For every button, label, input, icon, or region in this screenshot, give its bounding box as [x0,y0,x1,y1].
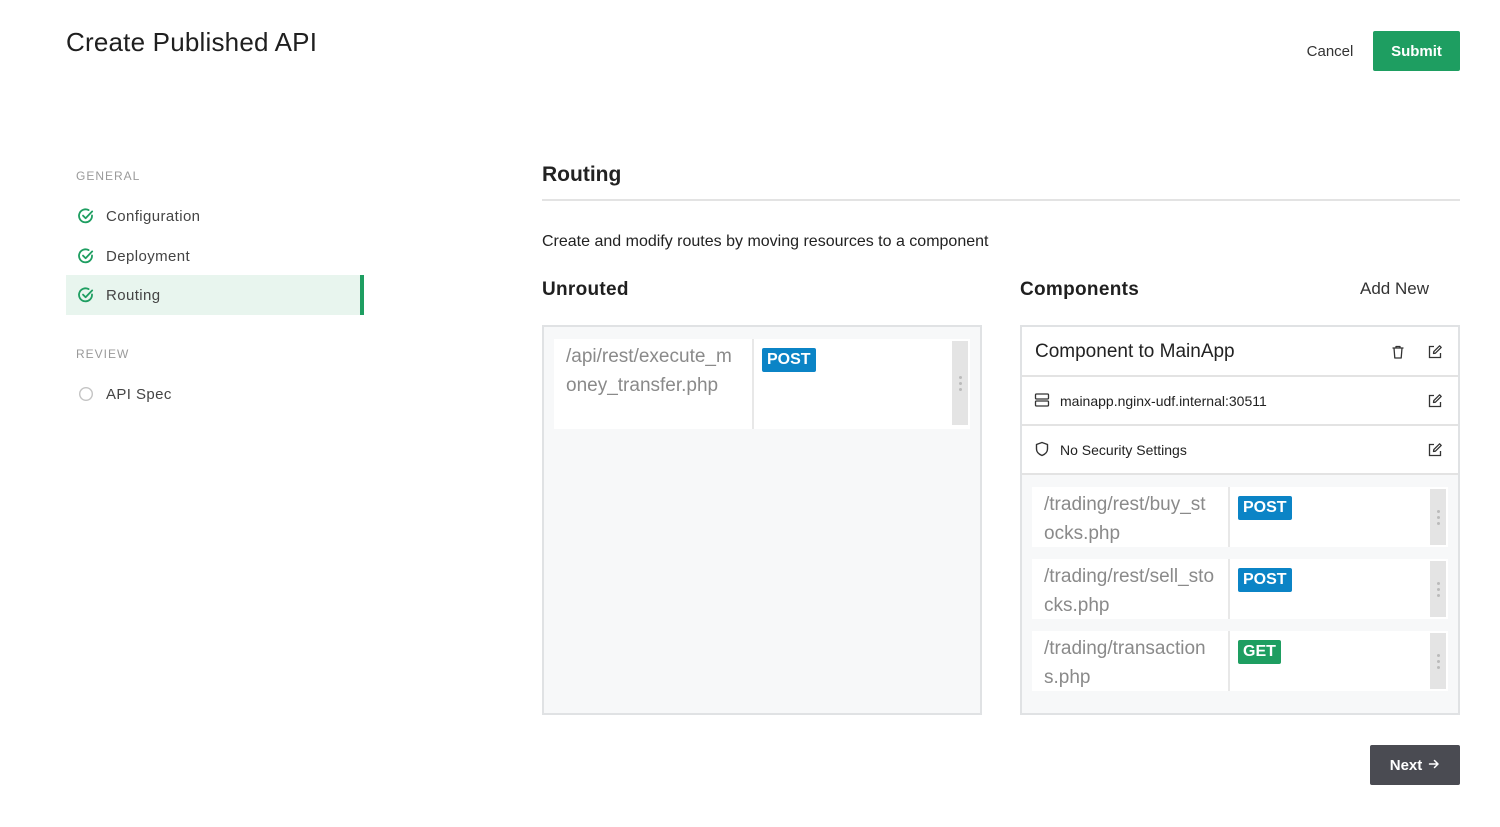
component-security-row: No Security Settings [1022,426,1458,475]
divider [542,199,1460,201]
drag-handle-icon[interactable] [1430,561,1446,617]
trash-icon[interactable] [1388,342,1408,362]
section-description: Create and modify routes by moving resou… [542,233,989,250]
sidebar-item-label: Routing [106,286,161,304]
edit-icon[interactable] [1425,391,1445,411]
route-path: /trading/rest/sell_stocks.php [1032,559,1230,619]
check-circle-icon [78,208,94,224]
check-circle-icon [78,287,94,303]
section-title: Routing [542,163,622,186]
security-settings: No Security Settings [1060,442,1187,458]
sidebar-item-routing[interactable]: Routing [66,275,364,315]
component-header: Component to MainApp [1022,327,1458,377]
method-badge-post: POST [1238,496,1292,520]
sidebar-item-label: Configuration [106,207,201,225]
route-card[interactable]: /trading/transactions.php GET [1032,631,1448,691]
section-label-general: GENERAL [76,169,141,183]
components-title: Components [1020,279,1140,300]
submit-button[interactable]: Submit [1373,31,1460,71]
unrouted-title: Unrouted [542,279,629,300]
sidebar-item-configuration[interactable]: Configuration [66,196,364,236]
next-button[interactable]: Next [1370,745,1460,785]
sidebar-item-label: API Spec [106,385,172,403]
component-upstream-row: mainapp.nginx-udf.internal:30511 [1022,377,1458,426]
method-badge-post: POST [762,348,816,372]
component-card: Component to MainApp mainapp.nginx-udf.i… [1020,325,1460,715]
section-label-review: REVIEW [76,347,130,361]
edit-icon[interactable] [1425,342,1445,362]
edit-icon[interactable] [1425,440,1445,460]
route-path: /api/rest/execute_money_transfer.php [554,339,754,429]
drag-handle-icon[interactable] [1430,633,1446,689]
arrow-right-icon [1428,757,1440,774]
route-path: /trading/transactions.php [1032,631,1230,691]
page-title: Create Published API [66,27,318,57]
drag-handle-icon[interactable] [1430,489,1446,545]
sidebar-item-api-spec[interactable]: API Spec [66,374,364,414]
server-icon [1034,392,1050,408]
next-button-label: Next [1389,756,1423,774]
method-badge-post: POST [1238,568,1292,592]
check-circle-icon [78,248,94,264]
add-new-component-button[interactable]: Add New [1360,279,1429,299]
empty-circle-icon [78,386,94,402]
drag-handle-icon[interactable] [952,341,968,425]
component-name: Component to MainApp [1035,341,1235,362]
method-badge-get: GET [1238,640,1281,664]
sidebar-item-label: Deployment [106,247,191,265]
route-card[interactable]: /api/rest/execute_money_transfer.php POS… [554,339,970,429]
unrouted-dropzone[interactable]: /api/rest/execute_money_transfer.php POS… [542,325,982,715]
shield-icon [1034,441,1050,457]
route-card[interactable]: /trading/rest/buy_stocks.php POST [1032,487,1448,547]
route-path: /trading/rest/buy_stocks.php [1032,487,1230,547]
cancel-button[interactable]: Cancel [1294,31,1366,71]
upstream-address: mainapp.nginx-udf.internal:30511 [1060,393,1267,409]
route-card[interactable]: /trading/rest/sell_stocks.php POST [1032,559,1448,619]
sidebar-item-deployment[interactable]: Deployment [66,236,364,276]
